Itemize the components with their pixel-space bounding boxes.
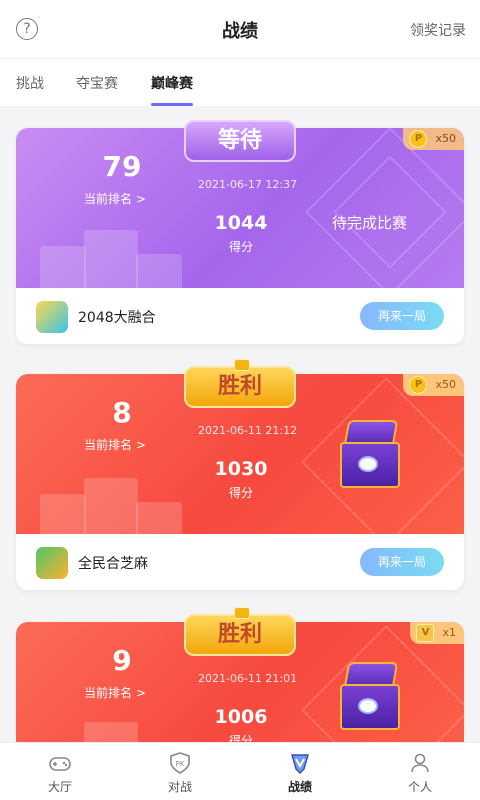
podium-block — [136, 502, 182, 534]
game-2048-icon — [36, 301, 68, 333]
score-label: 得分 — [228, 734, 253, 742]
status-label: 胜利 — [217, 622, 262, 647]
match-date: 2021-06-11 21:01 — [198, 672, 298, 685]
podium-block — [84, 230, 138, 288]
treasure-chest-icon — [336, 420, 404, 490]
podium-block — [136, 254, 182, 288]
score-value: 1044 — [214, 212, 268, 234]
nav-profile[interactable]: 个人 — [360, 747, 480, 795]
bottom-nav: 大厅 PK 对战 战绩 个人 — [0, 742, 480, 800]
status-badge: 等待 — [184, 120, 296, 162]
status-badge: 胜利 — [184, 359, 296, 408]
match-record-card: 等待 P x50 79 当前排名 > 2021-06-17 12:37 1044… — [16, 120, 464, 344]
podium-block — [40, 246, 86, 288]
rank-label: 当前排名 — [84, 686, 133, 700]
coin-icon: P — [409, 130, 428, 148]
reward-count: x50 — [435, 132, 456, 145]
page-title: 战绩 — [222, 21, 258, 42]
rank-link[interactable]: 当前排名 > — [84, 684, 146, 701]
status-badge: 胜利 — [184, 607, 296, 656]
reward-tag: V x1 — [410, 622, 464, 644]
gem-icon — [234, 607, 250, 619]
rank-number: 8 — [112, 396, 132, 429]
game-row: 全民合芝麻 再来一局 — [16, 534, 464, 590]
match-record-card: 胜利 V x1 9 当前排名 > 2021-06-11 21:01 1006 得… — [16, 607, 464, 742]
tab-bar: 挑战 夺宝赛 巅峰赛 — [0, 58, 480, 106]
play-again-button[interactable]: 再来一局 — [360, 302, 444, 330]
reward-tag: P x50 — [403, 128, 464, 150]
coin-icon: P — [409, 376, 428, 394]
treasure-chest-icon — [336, 662, 404, 732]
nav-label: 个人 — [407, 780, 432, 794]
ticket-icon: V — [416, 624, 435, 642]
reward-record-link[interactable]: 领奖记录 — [410, 20, 466, 40]
game-fruit-icon — [36, 547, 68, 579]
rank-label: 当前排名 — [84, 438, 133, 452]
tab-treasure[interactable]: 夺宝赛 — [76, 73, 118, 93]
podium-block — [40, 494, 86, 534]
gamepad-icon — [49, 757, 71, 771]
reward-tag: P x50 — [403, 374, 464, 396]
chevron-right-icon: > — [135, 192, 146, 206]
tab-challenge[interactable]: 挑战 — [16, 73, 44, 93]
nav-label: 对战 — [167, 780, 192, 794]
person-icon — [411, 753, 429, 773]
gem-icon — [234, 359, 250, 371]
game-name: 全民合芝麻 — [78, 556, 148, 572]
nav-records[interactable]: 战绩 — [240, 747, 360, 795]
svg-text:PK: PK — [176, 760, 185, 768]
nav-lobby[interactable]: 大厅 — [0, 747, 120, 795]
podium-block — [84, 478, 138, 534]
reward-count: x50 — [435, 378, 456, 391]
chevron-right-icon: > — [135, 686, 146, 700]
rank-number: 9 — [112, 644, 132, 677]
active-tab-indicator — [151, 103, 193, 106]
rank-link[interactable]: 当前排名 > — [84, 190, 146, 207]
score-value: 1006 — [214, 706, 268, 728]
score-value: 1030 — [214, 458, 268, 480]
score-label: 得分 — [228, 240, 253, 254]
match-record-card: 胜利 P x50 8 当前排名 > 2021-06-11 21:12 1030 … — [16, 359, 464, 590]
pk-shield-icon: PK — [170, 752, 190, 774]
nav-battle[interactable]: PK 对战 — [120, 747, 240, 795]
nav-label: 大厅 — [47, 780, 72, 794]
play-again-button[interactable]: 再来一局 — [360, 548, 444, 576]
rank-number: 79 — [102, 150, 142, 183]
podium-block — [84, 722, 138, 742]
score-label: 得分 — [228, 486, 253, 500]
status-label: 胜利 — [217, 374, 262, 399]
match-date: 2021-06-17 12:37 — [198, 178, 298, 191]
nav-label: 战绩 — [287, 780, 312, 794]
top-bar: ? 战绩 领奖记录 — [0, 0, 480, 58]
match-date: 2021-06-11 21:12 — [198, 424, 298, 437]
rank-link[interactable]: 当前排名 > — [84, 436, 146, 453]
game-name: 2048大融合 — [78, 310, 156, 326]
rank-label: 当前排名 — [84, 192, 133, 206]
chevron-right-icon: > — [135, 438, 146, 452]
tab-peak[interactable]: 巅峰赛 — [151, 73, 193, 93]
reward-count: x1 — [442, 626, 456, 639]
trophy-v-icon — [291, 754, 309, 774]
game-row: 2048大融合 再来一局 — [16, 288, 464, 344]
result-text: 待完成比赛 — [332, 214, 408, 232]
